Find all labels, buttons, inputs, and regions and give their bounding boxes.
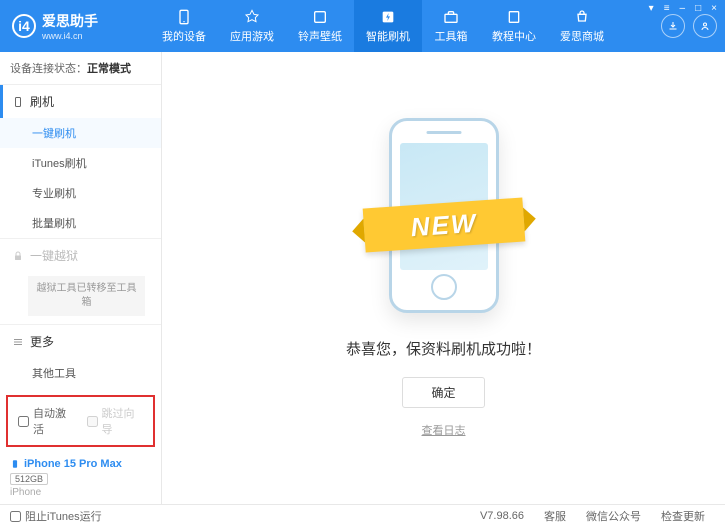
tab-apps[interactable]: 应用游戏: [218, 0, 286, 52]
device-storage: 512GB: [10, 473, 48, 485]
checkbox-skip-guide[interactable]: 跳过向导: [87, 405, 144, 437]
confirm-button[interactable]: 确定: [402, 377, 484, 408]
tab-tutorials[interactable]: 教程中心: [480, 0, 548, 52]
sidebar-item-itunes-flash[interactable]: iTunes刷机: [0, 148, 161, 178]
jailbreak-note: 越狱工具已转移至工具箱: [28, 276, 145, 316]
sidebar-item-batch-flash[interactable]: 批量刷机: [0, 208, 161, 238]
tab-flash[interactable]: 智能刷机: [354, 0, 422, 52]
logo-icon: i4: [12, 14, 36, 38]
sidebar: 设备连接状态：正常模式 刷机 一键刷机 iTunes刷机 专业刷机 批量刷机 一…: [0, 52, 162, 504]
device-status: 设备连接状态：正常模式: [0, 52, 161, 85]
device-type: iPhone: [10, 487, 151, 498]
list-icon: [12, 336, 24, 348]
download-button[interactable]: [661, 14, 685, 38]
app-name: 爱思助手: [42, 11, 98, 31]
section-flash[interactable]: 刷机: [0, 85, 161, 118]
section-jailbreak: 一键越狱: [0, 239, 161, 272]
phone-small-icon: [12, 96, 24, 108]
tab-toolbox[interactable]: 工具箱: [422, 0, 480, 52]
block-itunes-checkbox[interactable]: 阻止iTunes运行: [10, 508, 102, 524]
settings-small-icon[interactable]: ≡: [662, 3, 672, 14]
highlighted-checkbox-row: 自动激活 跳过向导: [6, 395, 155, 447]
section-more[interactable]: 更多: [0, 325, 161, 358]
nav-tabs: 我的设备 应用游戏 铃声壁纸 智能刷机 工具箱 教程中心 爱思商城: [150, 0, 661, 52]
lock-icon: [12, 250, 24, 262]
view-log-link[interactable]: 查看日志: [422, 422, 466, 438]
maximize-icon[interactable]: □: [693, 3, 703, 14]
header-right: [661, 14, 725, 38]
shop-icon: [573, 8, 591, 26]
footer-support[interactable]: 客服: [534, 508, 576, 524]
app-url: www.i4.cn: [42, 31, 98, 41]
sidebar-item-pro-flash[interactable]: 专业刷机: [0, 178, 161, 208]
minimize-icon[interactable]: –: [678, 3, 688, 14]
sidebar-item-other-tools[interactable]: 其他工具: [0, 358, 161, 388]
device-name: iPhone 15 Pro Max: [10, 457, 151, 471]
menu-icon[interactable]: ▾: [647, 3, 656, 14]
logo-area: i4 爱思助手 www.i4.cn: [0, 11, 150, 41]
flash-icon: [379, 8, 397, 26]
device-icon: [10, 457, 20, 471]
footer-wechat[interactable]: 微信公众号: [576, 508, 651, 524]
sidebar-item-oneclick-flash[interactable]: 一键刷机: [0, 118, 161, 148]
app-header: ▾ ≡ – □ × i4 爱思助手 www.i4.cn 我的设备 应用游戏 铃声…: [0, 0, 725, 52]
version-label: V7.98.66: [470, 510, 534, 522]
tab-my-device[interactable]: 我的设备: [150, 0, 218, 52]
user-button[interactable]: [693, 14, 717, 38]
main-content: NEW 恭喜您，保资料刷机成功啦！ 确定 查看日志: [162, 52, 725, 504]
window-controls: ▾ ≡ – □ ×: [647, 3, 719, 14]
sidebar-item-download-firmware[interactable]: 下载固件: [0, 388, 161, 391]
tab-ringtones[interactable]: 铃声壁纸: [286, 0, 354, 52]
tab-shop[interactable]: 爱思商城: [548, 0, 616, 52]
close-icon[interactable]: ×: [709, 3, 719, 14]
book-icon: [505, 8, 523, 26]
apps-icon: [243, 8, 261, 26]
checkbox-auto-activate[interactable]: 自动激活: [18, 405, 75, 437]
device-info[interactable]: iPhone 15 Pro Max 512GB iPhone: [0, 451, 161, 504]
phone-icon: [175, 8, 193, 26]
footer-update[interactable]: 检查更新: [651, 508, 715, 524]
success-message: 恭喜您，保资料刷机成功啦！: [346, 338, 541, 359]
phone-illustration: NEW: [379, 118, 509, 318]
music-icon: [311, 8, 329, 26]
footer: 阻止iTunes运行 V7.98.66 客服 微信公众号 检查更新: [0, 504, 725, 527]
toolbox-icon: [442, 8, 460, 26]
new-ribbon: NEW: [362, 197, 525, 252]
